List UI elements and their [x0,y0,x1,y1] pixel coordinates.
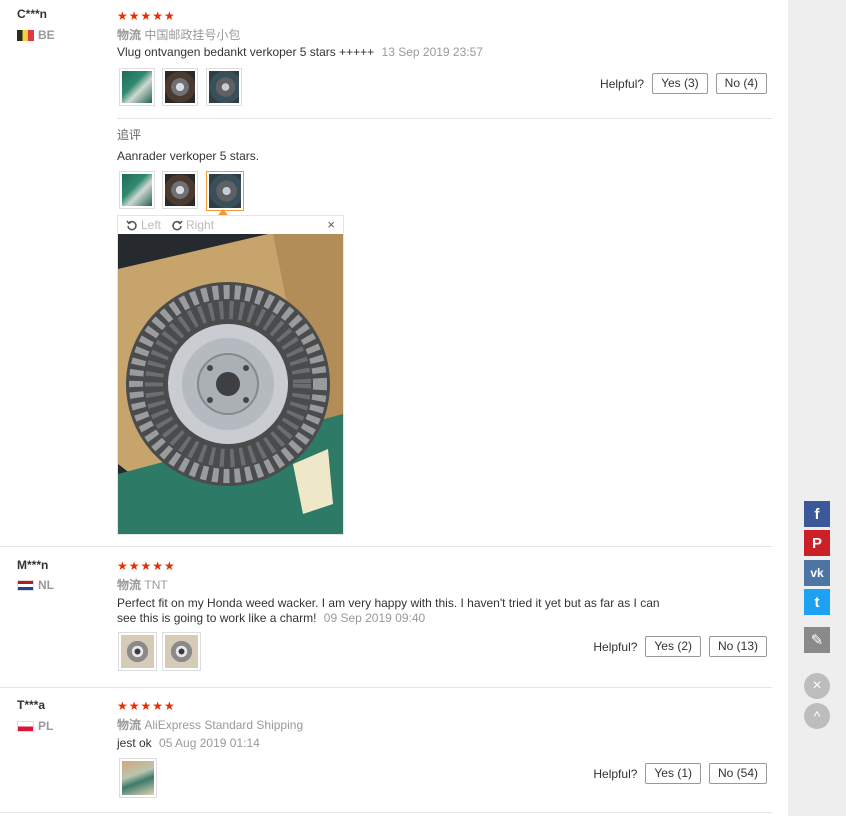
helpful-yes-button[interactable]: Yes (2) [645,636,701,657]
country-code: PL [38,719,54,733]
followup-photo-thumb-selected[interactable] [206,171,244,211]
review-date: 13 Sep 2019 23:57 [381,45,483,59]
divider [0,546,772,547]
helpful-no-button[interactable]: No (13) [708,636,767,657]
review-text-body: see this is going to work like a charm! [117,611,317,625]
facebook-share-button[interactable]: f [804,501,830,527]
viewer-close-button[interactable]: × [327,217,335,232]
review-photo-thumb[interactable] [119,758,157,798]
photo-viewer: Left Right × [117,215,344,535]
reviewer-country: BE [17,28,55,42]
review-photo-thumb[interactable] [162,632,201,671]
divider [0,687,772,688]
twitter-icon: t [814,593,820,611]
helpful-vote: Helpful? Yes (1) No (54) [593,763,767,784]
star-rating: ★★★★★ [117,559,176,573]
helpful-no-button[interactable]: No (54) [708,763,767,784]
photo-enlarged [118,234,343,534]
country-code: BE [38,28,55,42]
logistics-method: TNT [144,578,168,592]
reviews-list: C***n BE ★★★★★ 物流 中国邮政挂号小包 Vlug ontvange… [0,0,788,816]
helpful-no-button[interactable]: No (4) [715,73,767,94]
logistics-label: 物流 [117,28,142,42]
pencil-icon: ✎ [810,632,824,649]
logistics-info: 物流 中国邮政挂号小包 [117,26,240,43]
close-icon: × [812,677,822,694]
vk-share-button[interactable]: vk [804,560,830,586]
review-photo-thumb[interactable] [206,68,242,106]
pinterest-icon: P [811,534,822,552]
review-text-line-2: see this is going to work like a charm! … [117,611,660,626]
review-text: Vlug ontvangen bedankt verkoper 5 stars … [117,45,483,60]
helpful-label: Helpful? [593,766,638,781]
close-panel-button[interactable]: × [804,673,830,699]
flag-nl-icon [17,579,34,591]
divider [117,118,772,119]
rotate-right-button[interactable]: Right [171,218,214,232]
back-to-top-button[interactable]: ^ [804,703,830,729]
reviewer-name: T***a [17,698,46,712]
review-text-body: jest ok [117,736,152,750]
followup-photo-thumb[interactable] [119,171,155,209]
divider [0,812,772,813]
helpful-vote: Helpful? Yes (2) No (13) [593,636,767,657]
review-text: jest ok 05 Aug 2019 01:14 [117,736,260,751]
logistics-info: 物流 TNT [117,576,168,593]
review-text-line: Perfect fit on my Honda weed wacker. I a… [117,596,660,610]
review-date: 09 Sep 2019 09:40 [323,611,426,625]
followup-text: Aanrader verkoper 5 stars. [117,149,260,163]
star-rating: ★★★★★ [117,699,176,713]
helpful-label: Helpful? [593,639,638,654]
review-photo-thumb[interactable] [119,68,155,106]
rotate-left-label: Left [141,218,162,232]
flag-be-icon [17,29,34,41]
review-photo-thumb[interactable] [118,632,157,671]
rotate-left-button[interactable]: Left [126,218,161,232]
logistics-label: 物流 [117,578,142,592]
photo-viewer-toolbar: Left Right × [118,216,343,234]
twitter-share-button[interactable]: t [804,589,830,615]
review-date: 05 Aug 2019 01:14 [159,736,260,750]
followup-label: 追评 [117,128,142,142]
rotate-right-icon [172,220,183,231]
helpful-label: Helpful? [600,76,645,91]
helpful-yes-button[interactable]: Yes (1) [645,763,701,784]
facebook-icon: f [814,505,820,523]
vk-icon: vk [810,566,824,580]
logistics-method: AliExpress Standard Shipping [144,718,304,732]
reviewer-country: NL [17,578,54,592]
chevron-up-icon: ^ [813,708,821,724]
flag-pl-icon [17,720,34,732]
rotate-right-label: Right [186,218,215,232]
star-rating: ★★★★★ [117,9,176,23]
reviewer-country: PL [17,719,53,733]
review-text-body: Vlug ontvangen bedankt verkoper 5 stars … [117,45,375,59]
wire-wheel-photo [118,234,343,534]
logistics-info: 物流 AliExpress Standard Shipping [117,716,303,733]
reviewer-name: C***n [17,7,48,21]
helpful-vote: Helpful? Yes (3) No (4) [600,73,767,94]
followup-photo-thumb[interactable] [162,171,198,209]
logistics-label: 物流 [117,718,142,732]
country-code: NL [38,578,54,592]
edit-button[interactable]: ✎ [804,627,830,653]
review-text: Perfect fit on my Honda weed wacker. I a… [117,596,660,626]
rotate-left-icon [126,220,137,231]
helpful-yes-button[interactable]: Yes (3) [652,73,708,94]
review-photo-thumb[interactable] [162,68,198,106]
reviewer-name: M***n [17,558,49,572]
pinterest-share-button[interactable]: P [804,530,830,556]
logistics-method: 中国邮政挂号小包 [144,28,241,42]
